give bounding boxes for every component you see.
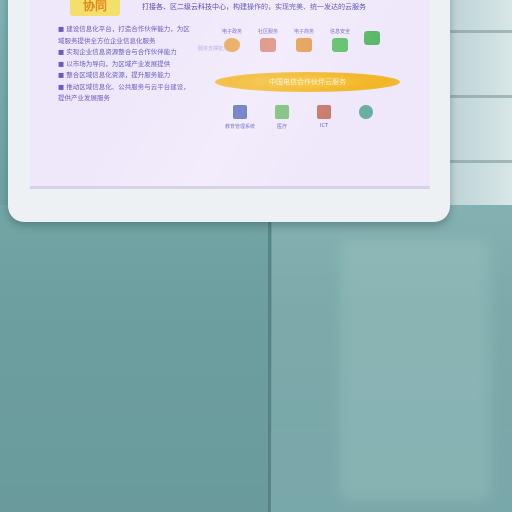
bottom-icon-label: 医疗 bbox=[276, 124, 287, 130]
left-text-block: ■ 建设信息化平台，打造合作伙伴能力，为区域服务提供全方位企业信息化服务 ■ 实… bbox=[58, 24, 193, 105]
bottom-icon-cell bbox=[346, 105, 386, 123]
top-icon-label: 信息安全 bbox=[329, 29, 350, 35]
chart-icon bbox=[275, 105, 289, 119]
left-paragraph: ■ 实现企业信息资源整合与合作伙伴能力 bbox=[58, 48, 177, 56]
left-paragraph: ■ 建设信息化平台，打造合作伙伴能力，为区域服务提供全方位企业信息化服务 bbox=[58, 25, 190, 45]
top-icon-label: 电子政务 bbox=[221, 29, 242, 35]
title-badge: 协同 bbox=[70, 0, 120, 16]
network-icon bbox=[317, 105, 331, 119]
book-icon bbox=[260, 38, 276, 52]
glass-table-left-panel bbox=[0, 205, 270, 512]
cloud-banner: 中国电信合作伙伴云服务 bbox=[215, 72, 400, 92]
top-icon-label: 电子商务 bbox=[293, 29, 314, 35]
top-icon-cell bbox=[355, 28, 389, 45]
screen-headline: 打接各、区二级云科技中心，构建操作的，实现完美、统一发达的云服务 bbox=[142, 3, 366, 11]
top-icon-row: 电子政务 社区服务 电子商务 信息安全 bbox=[215, 28, 415, 68]
globe-icon bbox=[224, 38, 240, 52]
shield-icon bbox=[332, 38, 348, 52]
wall-rail bbox=[450, 160, 512, 163]
left-paragraph: ■ 推动区域信息化、公共服务与云平台建设，提供产业发展服务 bbox=[58, 82, 190, 103]
left-paragraph: ■ 以市场为导向，为区域产业发展提供 bbox=[58, 59, 171, 68]
cart-icon bbox=[296, 38, 312, 52]
bottom-icon-cell: 医疗 bbox=[262, 105, 302, 130]
cloud-icon bbox=[359, 105, 373, 119]
bottom-icon-label: 教育管理系统 bbox=[224, 124, 255, 130]
top-icon-label: 社区服务 bbox=[257, 29, 278, 35]
left-paragraph: ■ 整合区域信息化资源，提升服务能力 bbox=[58, 71, 171, 79]
building-icon bbox=[233, 105, 247, 119]
glass-seam bbox=[268, 200, 271, 512]
top-icon-cell: 电子商务 bbox=[287, 28, 321, 52]
bottom-icon-cell: ICT bbox=[304, 105, 344, 129]
bottom-icon-row: 教育管理系统 医疗 ICT bbox=[220, 105, 420, 145]
photo-scene: 协同 打接各、区二级云科技中心，构建操作的，实现完美、统一发达的云服务 ■ 建设… bbox=[0, 0, 512, 512]
wall-rail bbox=[450, 30, 512, 33]
bottom-icon-label: ICT bbox=[319, 123, 329, 129]
wall-rail bbox=[450, 95, 512, 98]
background-wall bbox=[450, 0, 512, 205]
monitor-bezel: 协同 打接各、区二级云科技中心，构建操作的，实现完美、统一发达的云服务 ■ 建设… bbox=[8, 0, 450, 222]
bottom-icon-cell: 教育管理系统 bbox=[220, 105, 260, 130]
monitor-reflection bbox=[340, 240, 490, 500]
bezel-lip bbox=[30, 186, 430, 189]
top-icon-cell: 电子政务 bbox=[215, 28, 249, 52]
top-icon-cell: 社区服务 bbox=[251, 28, 285, 52]
monitor-screen: 协同 打接各、区二级云科技中心，构建操作的，实现完美、统一发达的云服务 ■ 建设… bbox=[30, 0, 430, 186]
top-icon-cell: 信息安全 bbox=[323, 28, 357, 52]
folder-icon bbox=[364, 31, 380, 45]
